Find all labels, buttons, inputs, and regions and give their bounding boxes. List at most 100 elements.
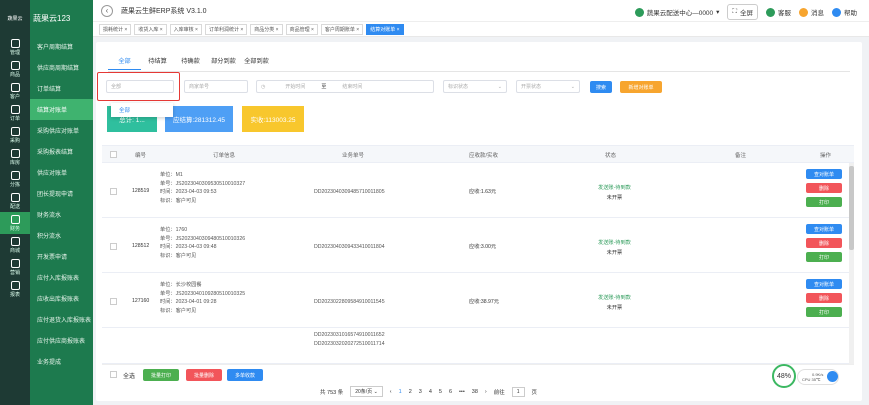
batch-print-button[interactable]: 批量打印 (143, 369, 179, 381)
icon-rail: 蔬果云 管理 商品 客户 订单 采购 库房 分拣 配送 财务 商城 营销 报表 (0, 0, 30, 405)
status-tab[interactable]: 待结算 (141, 56, 174, 70)
dropdown-option-all[interactable]: 全部 (119, 108, 130, 114)
status-tab[interactable]: 待确款 (174, 56, 207, 70)
view-statement-button[interactable]: 查对账单 (806, 224, 842, 234)
status-tab[interactable]: 全部 (108, 56, 141, 70)
delete-button[interactable]: 删除 (806, 238, 842, 248)
invoice-status-select[interactable]: 开票状态 ⌄ (516, 80, 580, 93)
row-id: 128512 (132, 243, 150, 249)
row-checkbox[interactable] (110, 243, 117, 250)
rail-item[interactable]: 营销 (0, 256, 30, 278)
print-button[interactable]: 打印 (806, 252, 842, 262)
rail-item[interactable]: 商城 (0, 234, 30, 256)
sidebar-item[interactable]: 应付供应商报账表 (30, 330, 93, 351)
rail-item[interactable]: 财务 (0, 212, 30, 234)
sidebar-item[interactable]: 业务提成 (30, 351, 93, 372)
page-tag[interactable]: 结算对账单 × (366, 23, 404, 35)
print-button[interactable]: 打印 (806, 307, 842, 317)
sidebar-item[interactable]: 应付退货入库报账表 (30, 309, 93, 330)
status-tab[interactable]: 部分到款 (207, 56, 240, 70)
help-button[interactable]: 帮助 (832, 7, 857, 17)
page-number[interactable]: 2 (409, 389, 412, 395)
page-number[interactable]: 5 (439, 389, 442, 395)
view-statement-button[interactable]: 查对账单 (806, 279, 842, 289)
page-number[interactable]: 3 (419, 389, 422, 395)
messages-button[interactable]: 消息 (799, 7, 824, 17)
sidebar-item[interactable]: 应付入库报账表 (30, 267, 93, 288)
monitor-icon[interactable] (827, 371, 838, 382)
main-panel: 全部 待结算 待确款 部分到款 全部到款 全部 商家单号 ◷ 开始时间 至 结束时间 标… (96, 42, 862, 401)
status-tab[interactable]: 全部到款 (240, 56, 273, 70)
user-icon (634, 7, 644, 17)
rail-item[interactable]: 客户 (0, 80, 30, 102)
sidebar-item[interactable]: 采购报表结算 (30, 141, 93, 162)
scrollbar-thumb[interactable] (849, 166, 854, 250)
sidebar-item[interactable]: 结算对账单 (30, 99, 93, 120)
rail-item[interactable]: 库房 (0, 146, 30, 168)
page-number[interactable]: 4 (429, 389, 432, 395)
tag-status-select[interactable]: 标识状态 ⌄ (443, 80, 507, 93)
multi-receive-button[interactable]: 多单收款 (227, 369, 263, 381)
sidebar-item[interactable]: 财务流水 (30, 204, 93, 225)
page-tag[interactable]: 入库审核 × (169, 23, 202, 35)
create-statement-button[interactable]: 新增对账单 (620, 81, 662, 93)
order-no-input[interactable]: 商家单号 (184, 80, 248, 93)
rail-item[interactable]: 报表 (0, 278, 30, 300)
goto-input[interactable]: 1 (511, 386, 525, 397)
header-checkbox[interactable] (110, 151, 117, 158)
delete-button[interactable]: 删除 (806, 183, 842, 193)
sidebar-item[interactable]: 采购供应对账单 (30, 120, 93, 141)
page-number[interactable]: 38 (472, 389, 478, 395)
rail-item[interactable]: 分拣 (0, 168, 30, 190)
date-range-picker[interactable]: ◷ 开始时间 至 结束时间 (256, 80, 434, 93)
row-checkbox[interactable] (110, 188, 117, 195)
sidebar-item[interactable]: 应收出库报账表 (30, 288, 93, 309)
table-scrollbar[interactable] (849, 163, 854, 375)
service-button[interactable]: 客服 (766, 7, 791, 17)
row-checkbox[interactable] (110, 298, 117, 305)
rail-item-label: 分拣 (9, 181, 20, 188)
rail-item[interactable]: 采购 (0, 124, 30, 146)
page-tag[interactable]: 损耗统计 × (99, 23, 132, 35)
sidebar-item[interactable]: 供应对账单 (30, 162, 93, 183)
sidebar-item[interactable]: 供应商周期结算 (30, 57, 93, 78)
rail-item[interactable]: 订单 (0, 102, 30, 124)
sidebar-item[interactable]: 订单结算 (30, 78, 93, 99)
search-button[interactable]: 搜索 (590, 81, 612, 93)
sidebar-item[interactable]: 客户周期结算 (30, 36, 93, 57)
page-number[interactable]: 6 (449, 389, 452, 395)
module-icon (10, 82, 20, 92)
fullscreen-button[interactable]: ⛶ 全屏 (727, 4, 758, 20)
cpu-gauge[interactable]: 48% (772, 364, 796, 388)
select-all-checkbox[interactable] (110, 371, 117, 378)
batch-delete-button[interactable]: 批量删除 (186, 369, 222, 381)
row-id: 127160 (132, 298, 150, 304)
sidebar-item[interactable]: 团长提现申请 (30, 183, 93, 204)
page-tag[interactable]: 商品管理 × (285, 23, 318, 35)
center-selector[interactable]: 蔬果云配送中心—0000 ▾ (634, 7, 719, 17)
rail-item[interactable]: 商品 (0, 58, 30, 80)
total-count: 共 753 条 (320, 389, 344, 396)
select-all-label: 全选 (123, 374, 136, 380)
print-button[interactable]: 打印 (806, 197, 842, 207)
page-size-select[interactable]: 20条/页 ⌄ (350, 386, 383, 397)
view-statement-button[interactable]: 查对账单 (806, 169, 842, 179)
next-page-icon[interactable]: › (485, 389, 487, 395)
page-tag[interactable]: 商品分类 × (250, 23, 283, 35)
page-tag[interactable]: 收货入库 × (134, 23, 167, 35)
page-tag[interactable]: 客户周期账单 × (320, 23, 364, 35)
rail-item[interactable]: 配送 (0, 190, 30, 212)
invoice-status: 未开票 (606, 250, 623, 256)
sidebar-item[interactable]: 开发票申请 (30, 246, 93, 267)
prev-page-icon[interactable]: ‹ (390, 389, 392, 395)
settle-status: 发送账-待到款 (598, 185, 631, 191)
order-info-mark: 标识：客户可见 (160, 307, 197, 314)
page-number[interactable]: 1 (399, 389, 402, 395)
rail-item[interactable]: 管理 (0, 36, 30, 58)
page-tag[interactable]: 订单利润统计 × (204, 23, 248, 35)
back-icon[interactable]: ‹ (101, 4, 113, 17)
delete-button[interactable]: 删除 (806, 293, 842, 303)
page-number[interactable]: ••• (459, 389, 465, 395)
expand-icon: ⛶ (732, 8, 737, 15)
sidebar-item[interactable]: 积分流水 (30, 225, 93, 246)
